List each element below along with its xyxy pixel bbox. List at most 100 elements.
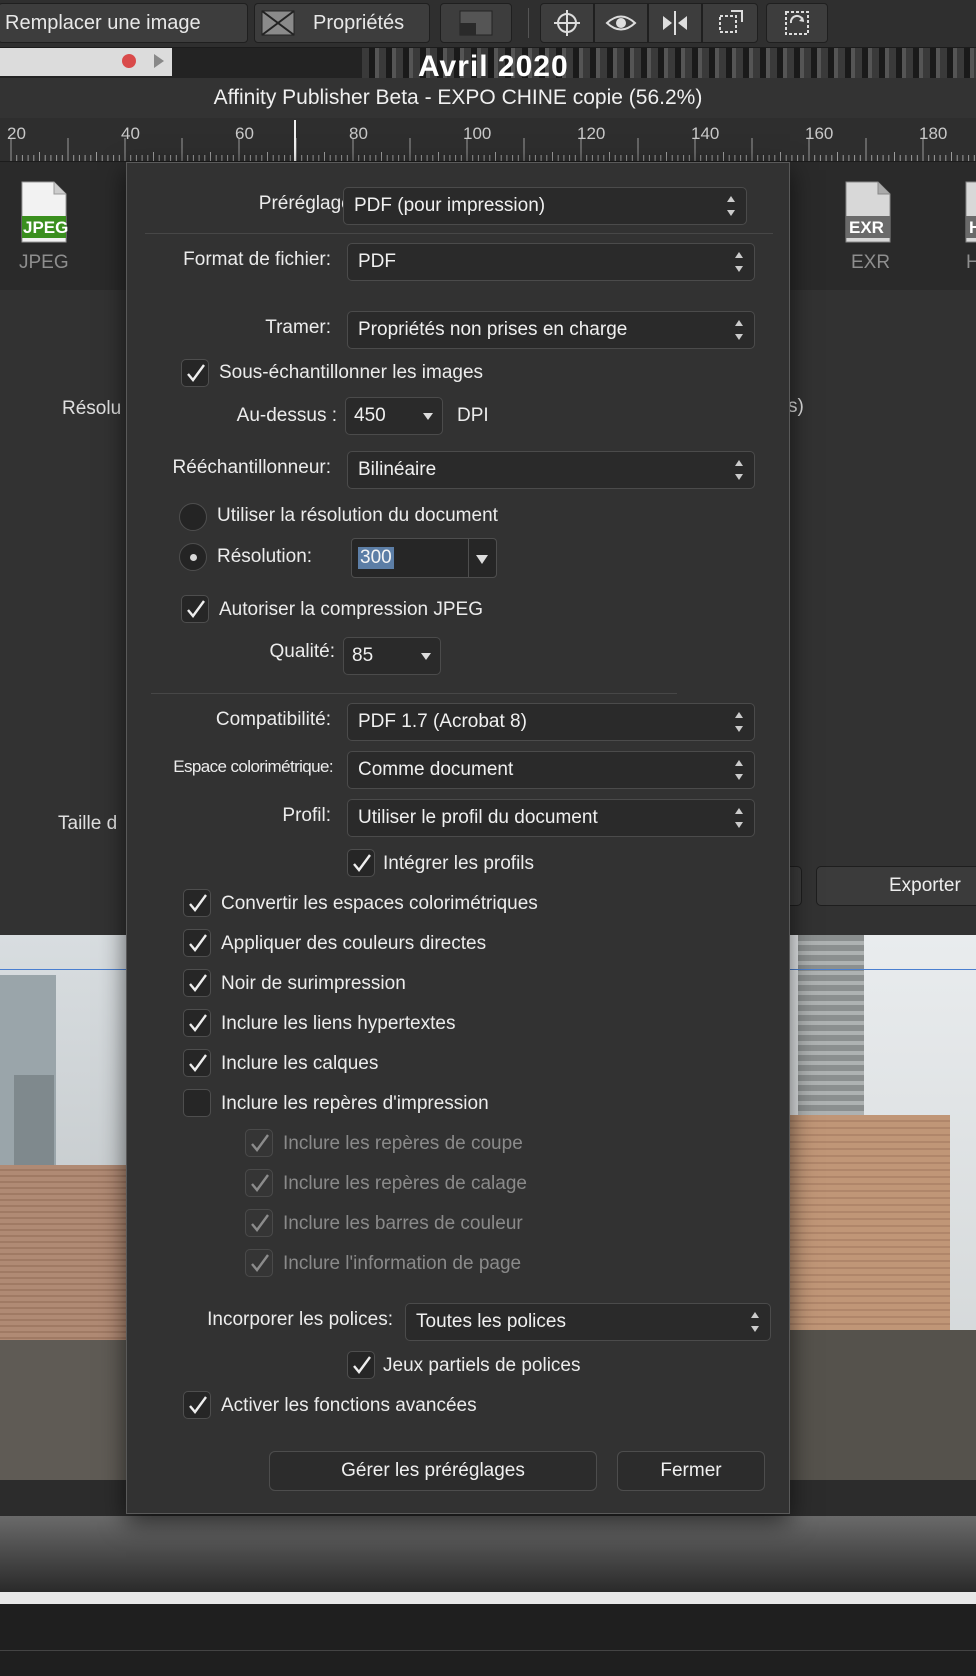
blue-guide-right	[790, 969, 976, 970]
exr-icon-text: EXR	[849, 218, 884, 237]
compatibility-select[interactable]: PDF 1.7 (Acrobat 8)	[347, 703, 755, 741]
preset-select[interactable]: PDF (pour impression)	[343, 187, 747, 225]
chevron-down-icon[interactable]	[476, 555, 488, 564]
subset-fonts-checkbox[interactable]	[347, 1351, 375, 1379]
tower-right	[798, 935, 864, 1135]
close-button[interactable]: Fermer	[617, 1451, 765, 1491]
compatibility-value: PDF 1.7 (Acrobat 8)	[358, 711, 527, 732]
option-label: Inclure les liens hypertextes	[221, 1013, 456, 1034]
profile-label: Profil:	[282, 805, 331, 826]
horizontal-ruler[interactable]: 20 40 60 80 100 120 140 160 180	[0, 118, 976, 162]
ruler-label: 80	[349, 124, 368, 143]
transform-origin-icon	[719, 10, 743, 33]
rasterize-value: Propriétés non prises en charge	[358, 319, 628, 340]
print-mark-label: Inclure les repères de calage	[283, 1173, 527, 1194]
close-button-label: Fermer	[660, 1460, 722, 1481]
context-toolbar: Remplacer une image Propriétés	[0, 0, 976, 48]
replace-image-label: Remplacer une image	[5, 11, 201, 34]
quality-dropdown[interactable]: 85	[343, 637, 441, 675]
checkmark-icon	[189, 1014, 207, 1032]
stepper-arrows-icon	[735, 712, 744, 732]
window-title-bar: Affinity Publisher Beta - EXPO CHINE cop…	[0, 78, 976, 118]
ruler-label: 180	[919, 124, 948, 143]
option-checkbox[interactable]	[183, 929, 211, 957]
blue-guide-left	[0, 969, 130, 970]
ruler-label: 100	[463, 124, 492, 143]
downsample-checkbox[interactable]	[181, 359, 209, 387]
snap-target-button[interactable]	[540, 3, 594, 43]
resolution-label-partial: Résolu	[62, 398, 122, 419]
option-label: Noir de surimpression	[221, 973, 406, 994]
rasterize-label: Tramer:	[265, 317, 331, 338]
properties-button[interactable]: Propriétés	[254, 3, 430, 43]
properties-label: Propriétés	[313, 11, 405, 34]
transform-button[interactable]	[702, 3, 758, 43]
checkmark-icon	[251, 1174, 269, 1192]
rotate-button[interactable]	[766, 3, 828, 43]
export-button[interactable]: Exporter	[816, 866, 976, 906]
checkmark-icon	[251, 1134, 269, 1152]
jpeg-compression-checkbox[interactable]	[181, 595, 209, 623]
use-document-resolution-radio[interactable]	[179, 503, 207, 531]
print-mark-checkbox	[245, 1129, 273, 1157]
resampler-label: Rééchantillonneur:	[172, 457, 331, 478]
profile-select[interactable]: Utiliser le profil du document	[347, 799, 755, 837]
exr-format-icon[interactable]: EXR	[842, 180, 894, 244]
frame-fit-button[interactable]	[440, 3, 512, 43]
ruler-label: 20	[7, 124, 26, 143]
option-checkbox[interactable]	[183, 1009, 211, 1037]
checkmark-icon	[189, 1054, 207, 1072]
manage-presets-button[interactable]: Gérer les préréglages	[269, 1451, 597, 1491]
file-format-select[interactable]: PDF	[347, 243, 755, 281]
frame-fit-icon	[459, 10, 493, 36]
above-label: Au-dessus :	[236, 405, 337, 426]
embed-fonts-select[interactable]: Toutes les polices	[405, 1303, 771, 1341]
replace-image-button[interactable]: Remplacer une image	[0, 3, 248, 43]
option-label: Inclure les calques	[221, 1053, 379, 1074]
rasterize-select[interactable]: Propriétés non prises en charge	[347, 311, 755, 349]
checkmark-icon	[189, 934, 207, 952]
print-mark-checkbox	[245, 1209, 273, 1237]
file-format-label: Format de fichier:	[183, 249, 331, 270]
record-dot-icon	[122, 54, 136, 68]
checkmark-icon	[187, 600, 205, 618]
color-space-select[interactable]: Comme document	[347, 751, 755, 789]
checkmark-icon	[187, 364, 205, 382]
flip-button[interactable]	[648, 3, 702, 43]
export-button-label: Exporter	[889, 875, 961, 896]
resolution-combo[interactable]: 300	[351, 538, 497, 578]
partial-format-icon[interactable]: H	[962, 180, 976, 244]
print-mark-checkbox	[245, 1169, 273, 1197]
ruler-label: 60	[235, 124, 254, 143]
advanced-features-checkbox[interactable]	[183, 1391, 211, 1419]
ruler-label: 140	[691, 124, 720, 143]
resolution-value[interactable]: 300	[358, 547, 394, 569]
embed-profiles-label: Intégrer les profils	[383, 853, 535, 874]
jpeg-format-icon[interactable]: JPEG	[18, 180, 70, 244]
option-label: Convertir les espaces colorimétriques	[221, 893, 538, 914]
resolution-radio[interactable]	[179, 543, 207, 571]
embed-profiles-checkbox[interactable]	[347, 849, 375, 877]
tab-background	[0, 48, 172, 76]
view-button[interactable]	[594, 3, 648, 43]
manage-presets-label: Gérer les préréglages	[341, 1460, 525, 1481]
resampler-select[interactable]: Bilinéaire	[347, 451, 755, 489]
above-dpi-dropdown[interactable]: 450	[345, 397, 443, 435]
window-title: Affinity Publisher Beta - EXPO CHINE cop…	[213, 86, 703, 109]
stepper-arrows-icon	[751, 1312, 760, 1332]
checkmark-icon	[353, 854, 371, 872]
embed-fonts-label: Incorporer les polices:	[207, 1309, 393, 1330]
document-tab-strip: Avril 2020	[0, 48, 976, 83]
size-label-partial: Taille d	[58, 813, 118, 834]
panel-divider	[0, 1592, 976, 1604]
resolution-label: Résolution:	[217, 546, 313, 567]
option-checkbox[interactable]	[183, 1089, 211, 1117]
option-checkbox[interactable]	[183, 969, 211, 997]
option-checkbox[interactable]	[183, 1049, 211, 1077]
checkmark-icon	[251, 1254, 269, 1272]
pdf-export-more-dialog: Préréglage: PDF (pour impression) Format…	[126, 162, 790, 1514]
checkmark-icon	[251, 1214, 269, 1232]
chevron-down-icon	[423, 413, 433, 420]
above-dpi-value: 450	[354, 405, 386, 426]
option-checkbox[interactable]	[183, 889, 211, 917]
